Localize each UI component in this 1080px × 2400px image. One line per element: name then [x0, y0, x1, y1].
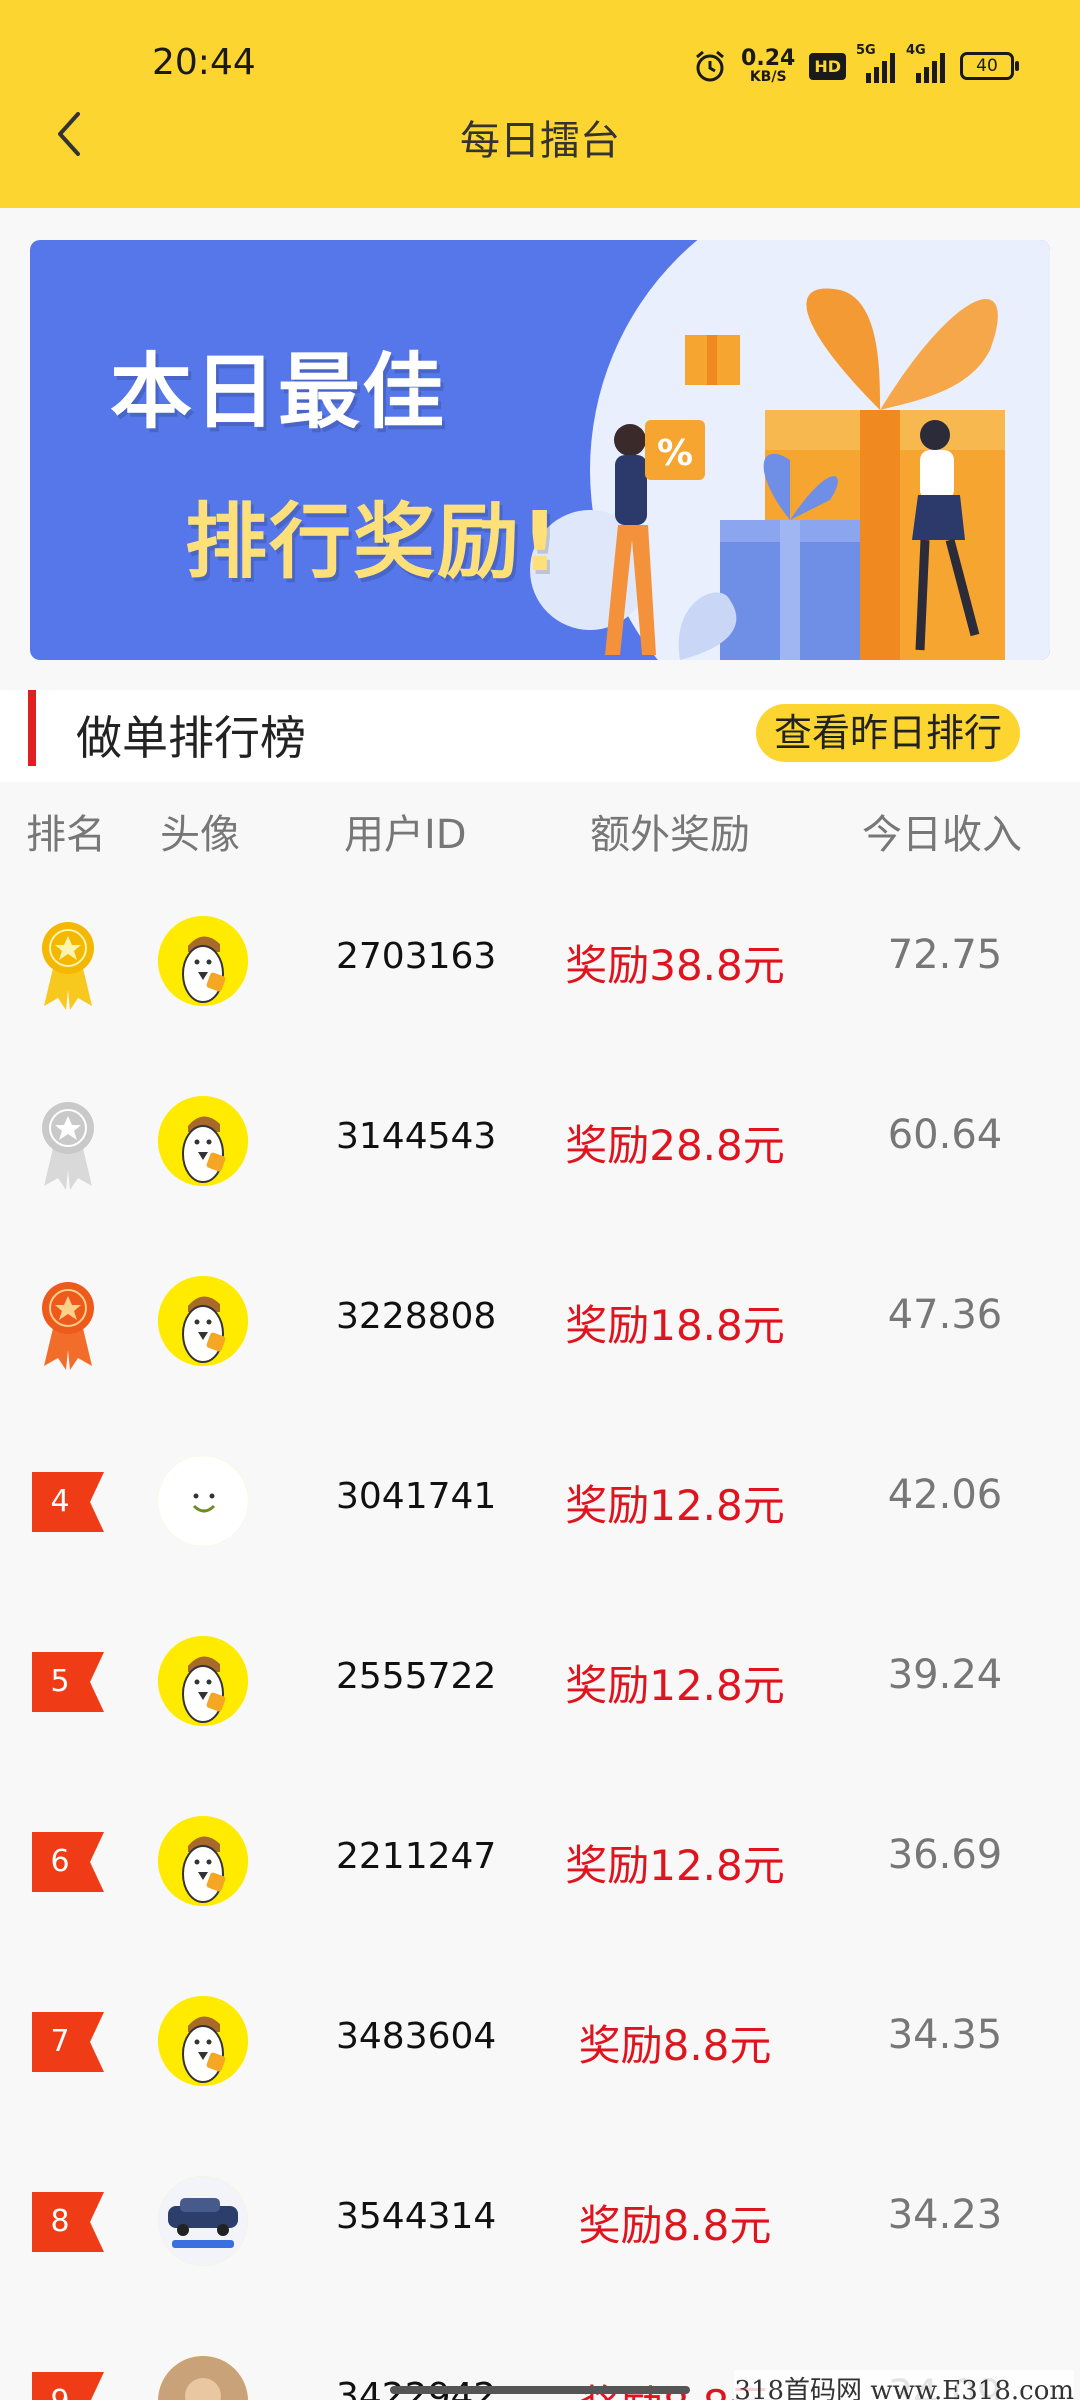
extra-reward: 奖励12.8元 — [565, 1841, 785, 1890]
rank-number: 9 — [32, 2370, 88, 2400]
today-income: 60.64 — [887, 1112, 1003, 1158]
status-time: 20:44 — [152, 42, 256, 83]
user-id: 2211247 — [336, 1836, 497, 1877]
avatar[interactable] — [158, 1096, 248, 1186]
col-header-income: 今日收入 — [862, 812, 1022, 858]
table-row[interactable]: 2703163 奖励38.8元 72.75 — [0, 870, 1080, 1050]
col-header-user-id: 用户ID — [344, 812, 467, 858]
table-row[interactable]: 7 3483604 奖励8.8元 34.35 — [0, 1950, 1080, 2130]
extra-reward: 奖励12.8元 — [565, 1661, 785, 1710]
col-header-reward: 额外奖励 — [590, 812, 750, 858]
gift-illustration: % — [530, 240, 1050, 660]
rank-flag: 5 — [32, 1650, 104, 1714]
table-row[interactable]: 4 3041741 奖励12.8元 42.06 — [0, 1410, 1080, 1590]
rank-flag: 7 — [32, 2010, 104, 2074]
alarm-icon — [696, 50, 725, 82]
banner-subheadline: 排行奖励! — [185, 495, 561, 590]
page-title: 每日擂台 — [460, 118, 620, 164]
rank-number: 5 — [50, 1664, 70, 1699]
avatar[interactable] — [158, 1276, 248, 1366]
today-income: 72.75 — [887, 932, 1003, 978]
status-icons: 0.24 KB/S HD 5G 4G 40 — [693, 43, 1019, 86]
table-row[interactable]: 8 3544314 奖励8.8元 34.23 — [0, 2130, 1080, 2310]
user-id: 3144543 — [336, 1116, 497, 1157]
extra-reward: 奖励8.8元 — [578, 2021, 772, 2070]
avatar[interactable] — [158, 1816, 248, 1906]
table-row[interactable]: 6 2211247 奖励12.8元 36.69 — [0, 1770, 1080, 1950]
rank-number: 6 — [50, 1844, 70, 1879]
home-indicator[interactable] — [390, 2386, 690, 2394]
avatar[interactable] — [158, 2176, 248, 2266]
today-income: 39.24 — [887, 1652, 1003, 1698]
promo-banner[interactable]: % 本日最佳 排行奖励! — [30, 240, 1050, 660]
banner-headline: 本日最佳 — [110, 345, 447, 440]
today-income: 34.23 — [887, 2192, 1003, 2238]
signal-5g-icon: 5G — [856, 43, 896, 83]
view-yesterday-ranking-button[interactable]: 查看昨日排行 — [756, 704, 1020, 762]
today-income: 34.35 — [887, 2012, 1003, 2058]
avatar[interactable] — [158, 2356, 248, 2400]
rank-number: 7 — [50, 2024, 70, 2059]
avatar[interactable] — [158, 1636, 248, 1726]
signal-4g-icon: 4G — [906, 43, 946, 83]
avatar[interactable] — [158, 916, 248, 1006]
extra-reward: 奖励8.8元 — [578, 2201, 772, 2250]
ranking-section-header: 做单排行榜 查看昨日排行 — [0, 690, 1080, 782]
net-speed: 0.24 KB/S — [741, 46, 796, 85]
user-id: 2703163 — [336, 936, 497, 977]
status-bar: 20:44 0.24 KB/S HD 5G 4G 40 — [0, 0, 1080, 110]
app-header: 20:44 0.24 KB/S HD 5G 4G 40 每日擂台 — [0, 0, 1080, 208]
battery-icon: 40 — [960, 52, 1019, 80]
rank-flag: 8 — [32, 2190, 104, 2254]
hd-icon: HD — [809, 52, 846, 80]
col-header-rank: 排名 — [26, 812, 106, 858]
table-row[interactable]: 3228808 奖励18.8元 47.36 — [0, 1230, 1080, 1410]
rank-number: 8 — [50, 2204, 70, 2239]
today-income: 36.69 — [887, 1832, 1003, 1878]
user-id: 3228808 — [336, 1296, 497, 1337]
extra-reward: 奖励18.8元 — [565, 1301, 785, 1350]
table-header: 排名 头像 用户ID 额外奖励 今日收入 — [0, 782, 1080, 872]
user-id: 3041741 — [336, 1476, 497, 1517]
rank-number: 4 — [50, 1484, 70, 1519]
gold-medal-icon — [42, 922, 94, 1010]
watermark: 318首码网 www.E318.com — [734, 2370, 1074, 2400]
avatar[interactable] — [158, 1996, 248, 2086]
today-income: 42.06 — [887, 1472, 1003, 1518]
rank-flag: 4 — [32, 1470, 104, 1534]
rank-flag: 9 — [32, 2370, 104, 2400]
extra-reward: 奖励28.8元 — [565, 1121, 785, 1170]
extra-reward: 奖励12.8元 — [565, 1481, 785, 1530]
user-id: 2555722 — [336, 1656, 497, 1697]
bronze-medal-icon — [42, 1282, 94, 1370]
today-income: 47.36 — [887, 1292, 1003, 1338]
section-title: 做单排行榜 — [76, 711, 306, 765]
rank-flag: 6 — [32, 1830, 104, 1894]
svg-text:%: % — [657, 433, 693, 474]
extra-reward: 奖励38.8元 — [565, 941, 785, 990]
user-id: 3544314 — [336, 2196, 497, 2237]
avatar[interactable] — [158, 1456, 248, 1546]
col-header-avatar: 头像 — [160, 812, 240, 858]
section-accent-bar — [28, 690, 36, 766]
table-row[interactable]: 3144543 奖励28.8元 60.64 — [0, 1050, 1080, 1230]
silver-medal-icon — [42, 1102, 94, 1190]
user-id: 3483604 — [336, 2016, 497, 2057]
table-row[interactable]: 5 2555722 奖励12.8元 39.24 — [0, 1590, 1080, 1770]
